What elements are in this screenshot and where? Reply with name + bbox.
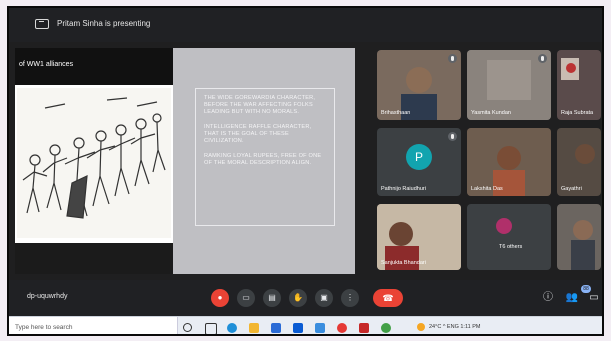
chrome-icon[interactable] [337, 323, 347, 333]
slide-bottom-strip [15, 243, 173, 274]
participant-tile[interactable]: Yasmita Kundan [467, 50, 551, 120]
taskbar-search[interactable]: Type here to search [9, 317, 178, 334]
app-icon[interactable] [359, 323, 369, 333]
slide-bullet: INTELLIGENCE RAFFLE CHARACTER, THAT IS T… [204, 124, 312, 144]
camera-button[interactable]: ▭ [237, 289, 255, 307]
slide-bullet: RAMKING LOYAL RUPEES, FREE OF ONE OF THE… [204, 153, 322, 166]
app-icon[interactable] [315, 323, 325, 333]
system-tray[interactable]: 24°C ^ ENG 1:11 PM [429, 324, 480, 330]
participant-tile[interactable]: Raja Subrata [557, 50, 601, 120]
search-placeholder: Type here to search [15, 324, 73, 331]
mic-muted-icon [448, 132, 457, 141]
cartoon-illustration [17, 88, 171, 238]
participant-name: Pathnijo Raiudhuri [381, 186, 426, 192]
store-icon[interactable] [271, 323, 281, 333]
weather-icon[interactable] [417, 323, 425, 331]
more-options-button[interactable]: ⋮ [341, 289, 359, 307]
slide-image-panel: of WW1 alliances [15, 48, 173, 274]
meet-window: Pritam Sinha is presenting of WW1 allian… [7, 6, 604, 336]
presenting-banner: Pritam Sinha is presenting [9, 8, 602, 42]
others-count: T6 others [499, 244, 523, 250]
mic-off-button[interactable]: ● [211, 289, 229, 307]
participant-name: Brihasthaan [381, 110, 411, 116]
slide-text-box: THE WIDE GOREWARDIA CHARACTER, BEFORE TH… [195, 88, 335, 226]
search-icon[interactable] [183, 323, 192, 332]
captions-button[interactable]: ▤ [263, 289, 281, 307]
windows-taskbar: Type here to search 24°C ^ ENG 1:11 PM [9, 316, 602, 334]
participant-tile[interactable]: P Pathnijo Raiudhuri [377, 128, 461, 196]
participant-name: Lakshita Das [471, 186, 503, 192]
others-avatar [495, 218, 512, 235]
mic-muted-icon [448, 54, 457, 63]
participant-tile[interactable]: Lakshita Das [467, 128, 551, 196]
edge-icon[interactable] [227, 323, 237, 333]
present-screen-icon [35, 19, 49, 29]
chat-icon[interactable]: ▭ [587, 291, 601, 305]
participant-tile[interactable] [557, 204, 601, 270]
participant-name: Yasmita Kundan [471, 110, 511, 116]
slide-bullet: THE WIDE GOREWARDIA CHARACTER, BEFORE TH… [204, 95, 316, 115]
slide-title-bar: of WW1 alliances [15, 48, 173, 85]
task-view-icon[interactable] [205, 323, 217, 334]
people-icon[interactable]: 👥 [565, 291, 579, 305]
shared-slide: of WW1 alliances THE WIDE GOREWARDIA CHA… [15, 48, 355, 274]
meeting-controls-bar: dp-uquwrhdy ● ▭ ▤ ✋ ▣ ⋮ ☎ ⓘ 👥 88 ▭ [9, 280, 602, 316]
meeting-code: dp-uquwrhdy [27, 293, 68, 300]
participant-tile[interactable]: Sanjukta Bhandari [377, 204, 461, 270]
file-explorer-icon[interactable] [249, 323, 259, 333]
end-call-button[interactable]: ☎ [373, 289, 403, 307]
mic-muted-icon [538, 54, 547, 63]
participant-avatar: P [406, 143, 432, 170]
info-icon[interactable]: ⓘ [541, 291, 555, 305]
app-icon[interactable] [381, 323, 391, 333]
presenting-text: Pritam Sinha is presenting [57, 19, 151, 28]
slide-text-panel: THE WIDE GOREWARDIA CHARACTER, BEFORE TH… [173, 48, 355, 274]
present-button[interactable]: ▣ [315, 289, 333, 307]
participant-name: Sanjukta Bhandari [381, 260, 426, 266]
participant-tile[interactable]: Brihasthaan [377, 50, 461, 120]
raise-hand-button[interactable]: ✋ [289, 289, 307, 307]
participant-name: Gayathri [561, 186, 582, 192]
slide-title: of WW1 alliances [19, 61, 74, 68]
participant-tile[interactable]: Gayathri [557, 128, 601, 196]
participant-video [571, 220, 595, 270]
others-tile[interactable]: T6 others [467, 204, 551, 270]
mail-icon[interactable] [293, 323, 303, 333]
participant-name: Raja Subrata [561, 110, 594, 116]
